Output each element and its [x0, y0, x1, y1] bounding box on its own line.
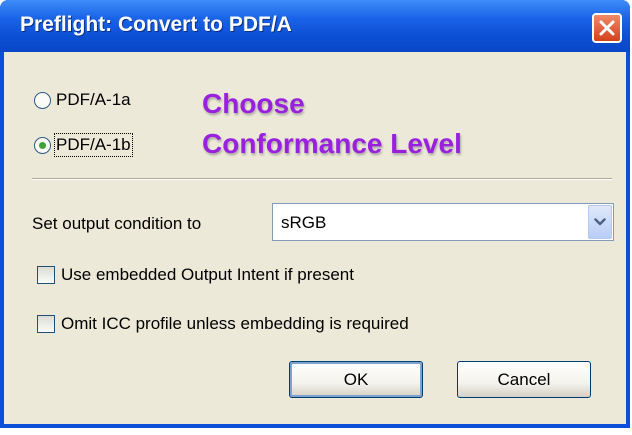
preflight-dialog: Preflight: Convert to PDF/A PDF/A-1a PDF… [0, 0, 630, 428]
omit-icc-checkbox[interactable] [37, 315, 55, 333]
use-output-intent-option[interactable]: Use embedded Output Intent if present [37, 265, 354, 285]
output-condition-label: Set output condition to [32, 214, 202, 233]
output-condition-value: sRGB [281, 213, 327, 232]
radio-label: PDF/A-1b [54, 133, 133, 157]
title-bar[interactable]: Preflight: Convert to PDF/A [0, 0, 630, 52]
cancel-button[interactable]: Cancel [457, 361, 591, 398]
output-condition-select[interactable]: sRGB [272, 203, 614, 241]
separator [32, 178, 612, 180]
dropdown-button[interactable] [588, 205, 612, 239]
radio-button[interactable] [34, 91, 51, 109]
radio-pdfa-1a[interactable]: PDF/A-1a [34, 90, 131, 110]
radio-button-selected[interactable] [34, 136, 51, 154]
radio-selected-dot [39, 141, 46, 149]
close-button[interactable] [592, 13, 622, 43]
use-output-intent-checkbox[interactable] [37, 266, 55, 284]
window-title: Preflight: Convert to PDF/A [20, 13, 292, 36]
omit-icc-label: Omit ICC profile unless embedding is req… [61, 314, 409, 333]
radio-pdfa-1b[interactable]: PDF/A-1b [34, 133, 133, 157]
chevron-down-icon [594, 218, 606, 226]
close-icon [599, 20, 615, 36]
radio-label: PDF/A-1a [56, 90, 131, 109]
annotation-line-2: Conformance Level [202, 128, 462, 159]
dialog-body: PDF/A-1a PDF/A-1b Choose Conformance Lev… [4, 52, 626, 424]
use-output-intent-label: Use embedded Output Intent if present [61, 265, 354, 284]
annotation-line-1: Choose [202, 88, 305, 119]
ok-button[interactable]: OK [289, 361, 423, 398]
omit-icc-option[interactable]: Omit ICC profile unless embedding is req… [37, 314, 409, 334]
